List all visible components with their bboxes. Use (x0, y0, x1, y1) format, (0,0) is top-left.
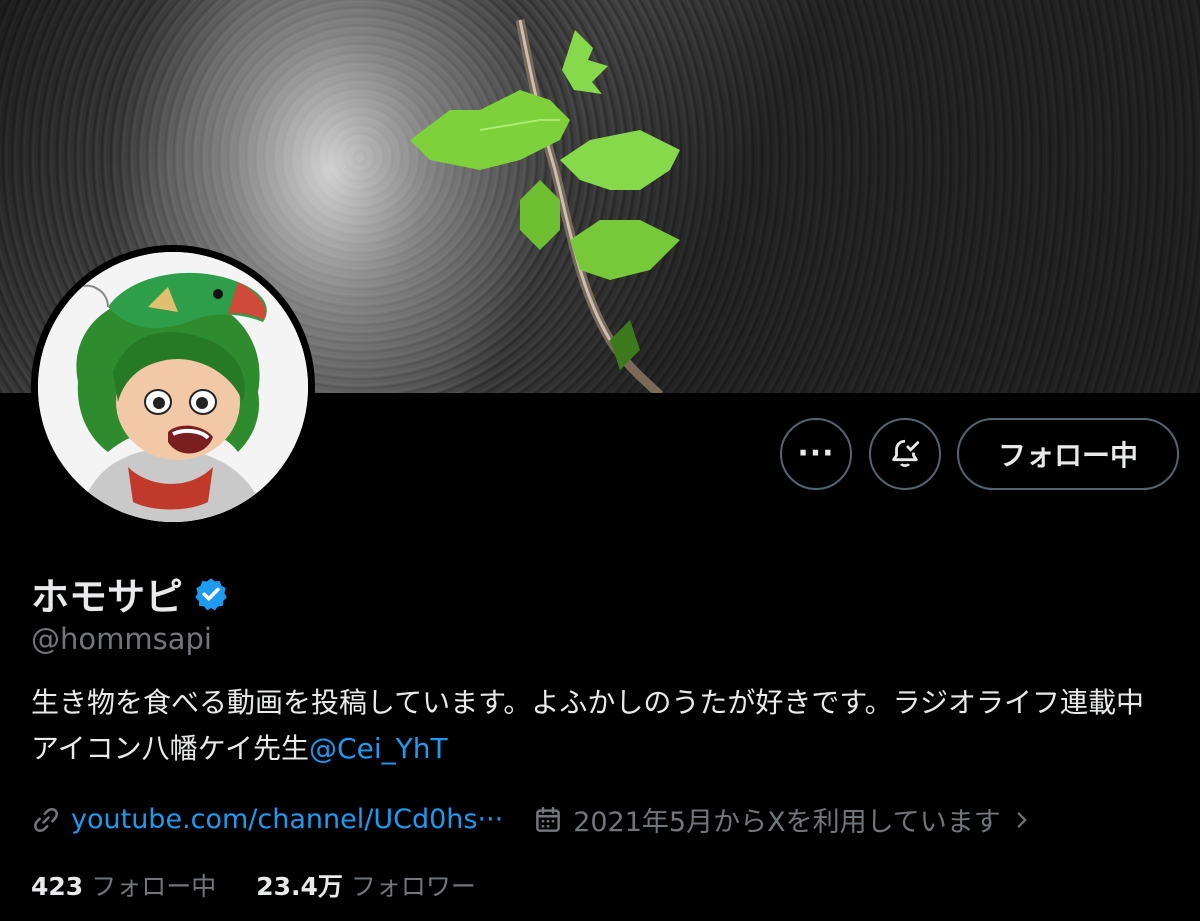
avatar[interactable] (31, 245, 315, 529)
bio: 生き物を食べる動画を投稿しています。よふかしのうたが好きです。ラジオライフ連載中… (31, 680, 1200, 772)
followers-stat[interactable]: 23.4万 フォロワー (256, 867, 476, 903)
notification-button[interactable] (869, 418, 941, 490)
followers-label: フォロワー (350, 872, 476, 901)
follow-stats: 423 フォロー中 23.4万 フォロワー (31, 867, 476, 903)
verified-badge-icon[interactable] (193, 576, 229, 612)
chevron-right-icon (1017, 811, 1027, 828)
following-button[interactable]: フォロー中 (957, 418, 1179, 490)
following-label: フォロー中 (91, 872, 217, 901)
joined-text: 2021年5月からXを利用しています (573, 807, 1001, 838)
more-dots-icon: ··· (797, 436, 835, 471)
bio-mention-link[interactable]: @Cei_YhT (309, 732, 448, 765)
sprout-image (410, 19, 680, 393)
name-row: ホモサピ (31, 566, 229, 621)
user-handle: @hommsapi (31, 622, 212, 656)
calendar-icon (536, 806, 561, 832)
more-button[interactable]: ··· (780, 418, 852, 490)
link-icon (34, 807, 58, 832)
display-name: ホモサピ (31, 575, 184, 619)
followers-count: 23.4万 (256, 872, 343, 901)
bio-text: 生き物を食べる動画を投稿しています。よふかしのうたが好きです。ラジオライフ連載中… (31, 686, 1200, 765)
following-stat[interactable]: 423 フォロー中 (31, 867, 216, 903)
joined-date[interactable]: 2021年5月からXを利用しています (533, 800, 1033, 839)
avatar-image (38, 252, 308, 522)
profile-meta: youtube.com/channel/UCd0hs··· 2021年5月からX… (31, 800, 1033, 839)
profile-link[interactable]: youtube.com/channel/UCd0hs··· (71, 804, 503, 835)
following-count: 423 (31, 872, 84, 901)
bell-check-icon (892, 439, 920, 467)
